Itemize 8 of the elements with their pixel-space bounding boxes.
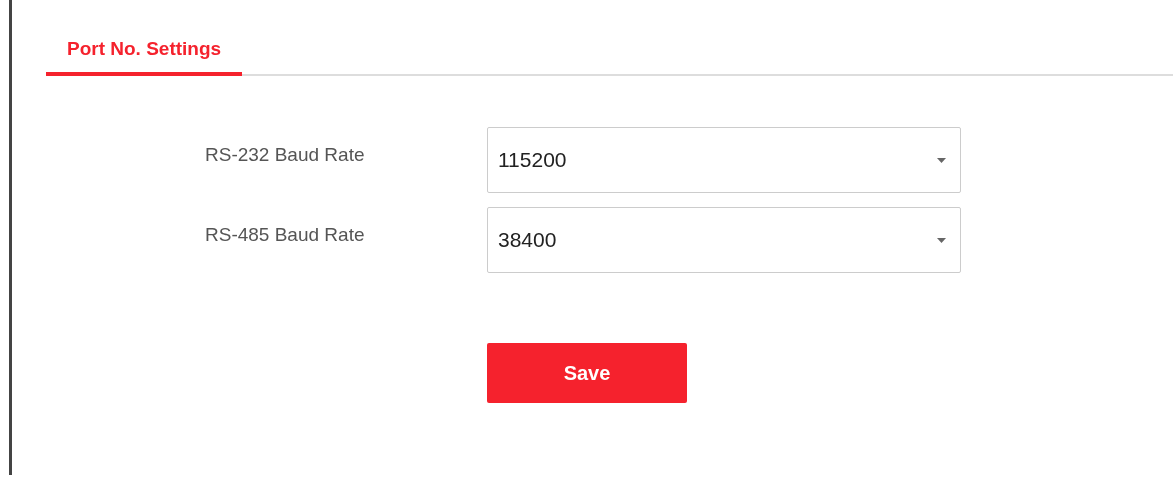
caret-icon [937,157,946,163]
caret-icon [937,237,946,243]
field-label: RS-485 Baud Rate [204,224,366,246]
settings-tab[interactable]: Port No. Settings [46,38,243,76]
baud-rate-dropdown[interactable]: 38400 [487,207,961,273]
save-button[interactable]: Save [487,343,687,403]
field-label: RS-232 Baud Rate [204,144,366,166]
baud-rate-dropdown[interactable]: 115200 [487,127,961,193]
